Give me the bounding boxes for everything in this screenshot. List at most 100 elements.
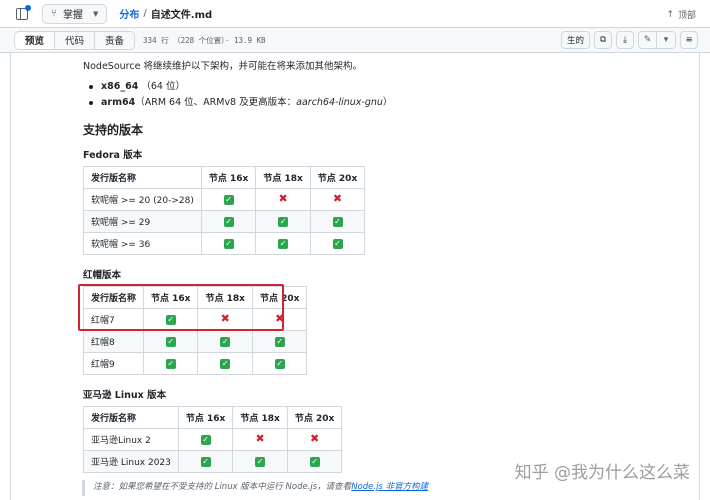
file-toolbar: 预览 代码 责备 334 行 （228 个位置）· 13.9 KB 生的 ⧉ ⤓… (0, 28, 710, 53)
distro-name-cell: 亚马逊Linux 2 (83, 428, 179, 451)
support-cell: ✖ (255, 188, 311, 211)
check-mark-icon: ✓ (220, 336, 231, 347)
file-actions: 生的 ⧉ ⤓ ✎ ▾ ≡ (560, 31, 698, 49)
list-icon[interactable]: ≡ (680, 31, 698, 49)
column-header: 节点 20x (251, 286, 308, 309)
readme-content: NodeSource 将继续维护以下架构，并可能在将来添加其他架构。 x86_6… (10, 53, 700, 500)
check-mark-icon: ✓ (274, 358, 285, 369)
table-row: 亚马逊Linux 2 ✓ ✖ ✖ (83, 428, 343, 451)
table-row: 红帽9 ✓ ✓ ✓ (82, 352, 308, 375)
breadcrumb: 分布 / 自述文件.md (119, 6, 212, 21)
arrow-up-icon: ↑ (666, 9, 674, 20)
support-cell: ✓ (255, 210, 311, 233)
redhat-heading: 红帽版本 (83, 270, 122, 281)
support-cell: ✓ (309, 210, 366, 233)
list-item: x86_64 （64 位） (89, 79, 392, 95)
column-header: 节点 16x (200, 166, 257, 189)
cross-mark-icon: ✖ (275, 312, 285, 325)
tab-code[interactable]: 代码 (55, 31, 96, 49)
branch-icon: ⑂ (51, 8, 57, 19)
table-header-row: 发行版名称 节点 16x 节点 18x 节点 20x (83, 406, 343, 429)
arch-name: arm64 (101, 97, 136, 108)
check-mark-icon: ✓ (278, 238, 289, 249)
redhat-table: 发行版名称 节点 16x 节点 18x 节点 20x 红帽7 ✓ ✖ ✖ 红帽8 ✓ ✓ ✓ 红… (82, 286, 308, 375)
table-body: 红帽7 ✓ ✖ ✖ 红帽8 ✓ ✓ ✓ 红帽9 ✓ ✓ ✓ (82, 308, 308, 375)
column-header: 节点 18x (197, 286, 253, 309)
check-mark-icon: ✓ (165, 314, 176, 325)
breadcrumb-separator: / (143, 8, 147, 19)
caret-down-icon: ▼ (93, 9, 99, 18)
cross-mark-icon: ✖ (309, 432, 320, 445)
edit-button-group: ✎ ▾ (638, 31, 676, 49)
support-cell: ✖ (251, 308, 308, 331)
support-cell: ✓ (197, 330, 253, 353)
column-header: 节点 20x (309, 166, 366, 189)
support-cell: ✓ (251, 330, 308, 353)
check-mark-icon: ✓ (332, 238, 343, 249)
branch-name: 掌握 (63, 10, 83, 21)
support-cell: ✖ (232, 428, 288, 451)
column-header: 节点 18x (232, 406, 288, 429)
support-cell: ✓ (200, 210, 257, 233)
check-mark-icon: ✓ (223, 194, 234, 205)
arch-desc: （ARM 64 位、ARMv8 及更高版本： (135, 97, 297, 108)
amazon-table: 发行版名称 节点 16x 节点 18x 节点 20x 亚马逊Linux 2 ✓ ✖ ✖… (83, 406, 343, 473)
column-header: 发行版名称 (83, 166, 202, 189)
arch-desc: （64 位） (141, 81, 185, 92)
fedora-heading: Fedora 版本 (83, 150, 143, 161)
view-mode-switch: 预览 代码 责备 (14, 30, 136, 50)
support-cell: ✓ (177, 428, 234, 451)
support-cell: ✓ (200, 232, 257, 255)
check-mark-icon: ✓ (278, 216, 289, 227)
cross-mark-icon: ✖ (220, 312, 230, 325)
note-blockquote: 注意：如果您希望在不受支持的 Linux 版本中运行 Node.js，请查看No… (82, 480, 428, 496)
copy-icon[interactable]: ⧉ (594, 31, 612, 49)
distro-name-cell: 亚马逊 Linux 2023 (83, 450, 179, 473)
check-mark-icon: ✓ (274, 336, 285, 347)
intro-paragraph: NodeSource 将继续维护以下架构，并可能在将来添加其他架构。 (83, 61, 362, 72)
breadcrumb-file: 自述文件.md (150, 10, 213, 21)
check-mark-icon: ✓ (220, 358, 231, 369)
download-icon[interactable]: ⤓ (616, 31, 634, 49)
arch-list: x86_64 （64 位） arm64（ARM 64 位、ARMv8 及更高版本… (89, 79, 392, 111)
check-mark-icon: ✓ (200, 434, 211, 445)
breadcrumb-repo-link[interactable]: 分布 (119, 6, 139, 21)
check-mark-icon: ✓ (309, 456, 320, 467)
check-mark-icon: ✓ (223, 216, 234, 227)
back-to-top-link[interactable]: ↑ 顶部 (666, 8, 696, 22)
tab-preview[interactable]: 预览 (15, 31, 56, 49)
check-mark-icon: ✓ (255, 456, 266, 467)
tab-blame[interactable]: 责备 (95, 31, 135, 49)
unofficial-builds-link[interactable]: Node.js 非官方构建 (351, 482, 428, 492)
chevron-down-icon[interactable]: ▾ (657, 32, 675, 48)
edit-icon[interactable]: ✎ (639, 32, 657, 48)
support-cell: ✓ (251, 352, 308, 375)
fedora-table: 发行版名称 节点 16x 节点 18x 节点 20x 软呢帽 >= 20 (20… (83, 166, 366, 255)
raw-button[interactable]: 生的 (560, 31, 590, 49)
support-cell: ✓ (143, 308, 199, 331)
distro-name-cell: 红帽8 (82, 330, 145, 353)
amazon-heading: 亚马逊 Linux 版本 (83, 390, 167, 401)
column-header: 节点 16x (177, 406, 234, 429)
file-meta: 334 行 （228 个位置）· 13.9 KB (143, 35, 266, 45)
support-cell: ✓ (232, 450, 288, 473)
table-header-row: 发行版名称 节点 16x 节点 18x 节点 20x (82, 286, 308, 309)
arch-tail: ） (382, 97, 393, 108)
support-cell: ✓ (286, 450, 343, 473)
branch-selector[interactable]: ⑂ 掌握 ▼ (42, 3, 108, 24)
check-mark-icon: ✓ (165, 336, 176, 347)
support-cell: ✖ (197, 308, 253, 331)
support-cell: ✓ (143, 352, 199, 375)
table-body: 亚马逊Linux 2 ✓ ✖ ✖ 亚马逊 Linux 2023 ✓ ✓ ✓ (83, 428, 343, 473)
watermark: 知乎 @我为什么这么菜 (514, 463, 690, 483)
table-header-row: 发行版名称 节点 16x 节点 18x 节点 20x (83, 166, 366, 189)
arch-code: aarch64-linux-gnu (296, 97, 383, 108)
table-row: 红帽8 ✓ ✓ ✓ (82, 330, 308, 353)
support-cell: ✖ (286, 428, 343, 451)
note-text: 注意：如果您希望在不受支持的 Linux 版本中运行 Node.js，请查看 (93, 482, 352, 492)
cross-mark-icon: ✖ (255, 432, 265, 445)
column-header: 节点 18x (255, 166, 311, 189)
table-row: 红帽7 ✓ ✖ ✖ (82, 308, 308, 331)
supported-versions-heading: 支持的版本 (83, 123, 144, 137)
sidebar-toggle-icon[interactable] (16, 4, 31, 20)
